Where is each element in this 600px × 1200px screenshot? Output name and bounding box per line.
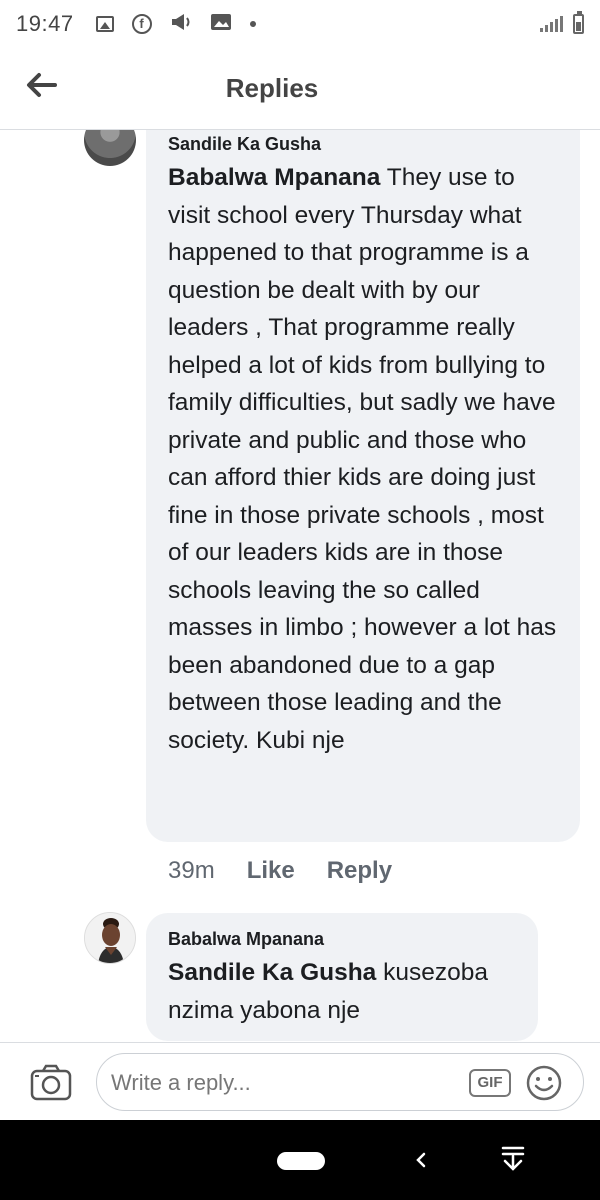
camera-icon[interactable] <box>30 1063 72 1101</box>
status-system-icons <box>540 11 584 34</box>
comment-text: Sandile Ka Gusha kusezoba nzima yabona n… <box>168 954 516 1029</box>
avatar[interactable] <box>84 912 136 964</box>
image-icon <box>95 16 114 32</box>
comment-author[interactable]: Sandile Ka Gusha <box>168 134 558 155</box>
notification-pulldown-icon[interactable] <box>500 1144 526 1174</box>
comment-text: Babalwa Mpanana They use to visit school… <box>168 159 558 759</box>
mention-link[interactable]: Babalwa Mpanana <box>168 164 380 191</box>
battery-icon <box>573 11 584 34</box>
arrow-left-icon[interactable] <box>24 70 58 100</box>
status-bar: 19:47 f <box>0 0 600 48</box>
comment-timestamp: 39m <box>168 857 215 884</box>
signal-icon <box>540 16 563 32</box>
page-title: Replies <box>225 73 319 103</box>
system-nav-bar <box>0 1120 600 1200</box>
status-notification-icons: f <box>95 13 256 36</box>
comment-author[interactable]: Babalwa Mpanana <box>168 929 516 950</box>
chevron-left-icon[interactable] <box>410 1146 430 1174</box>
reply-input-field[interactable]: GIF <box>96 1053 584 1111</box>
home-pill-button[interactable] <box>277 1152 325 1170</box>
facebook-icon: f <box>131 14 152 34</box>
reply-input[interactable] <box>111 1068 451 1098</box>
mention-link[interactable]: Sandile Ka Gusha <box>168 959 376 986</box>
avatar[interactable] <box>84 130 136 166</box>
gif-button[interactable]: GIF <box>469 1069 511 1097</box>
replies-header: Replies <box>0 48 600 130</box>
dot-icon <box>249 21 256 27</box>
comment-body: They use to visit school every Thursday … <box>168 164 557 754</box>
like-button[interactable]: Like <box>247 857 295 885</box>
megaphone-icon <box>170 13 192 36</box>
comment-bubble[interactable]: Sandile Ka Gusha Babalwa Mpanana They us… <box>146 130 580 842</box>
status-time: 19:47 <box>16 11 74 36</box>
photo-icon <box>210 13 232 36</box>
comment-actions: 39m Like Reply <box>168 857 392 885</box>
reply-composer: GIF <box>0 1042 600 1120</box>
replies-list[interactable]: Sandile Ka Gusha Babalwa Mpanana They us… <box>0 130 600 1042</box>
reply-button[interactable]: Reply <box>327 857 392 885</box>
comment-bubble[interactable]: Babalwa Mpanana Sandile Ka Gusha kusezob… <box>146 913 538 1041</box>
emoji-icon[interactable] <box>525 1064 563 1102</box>
